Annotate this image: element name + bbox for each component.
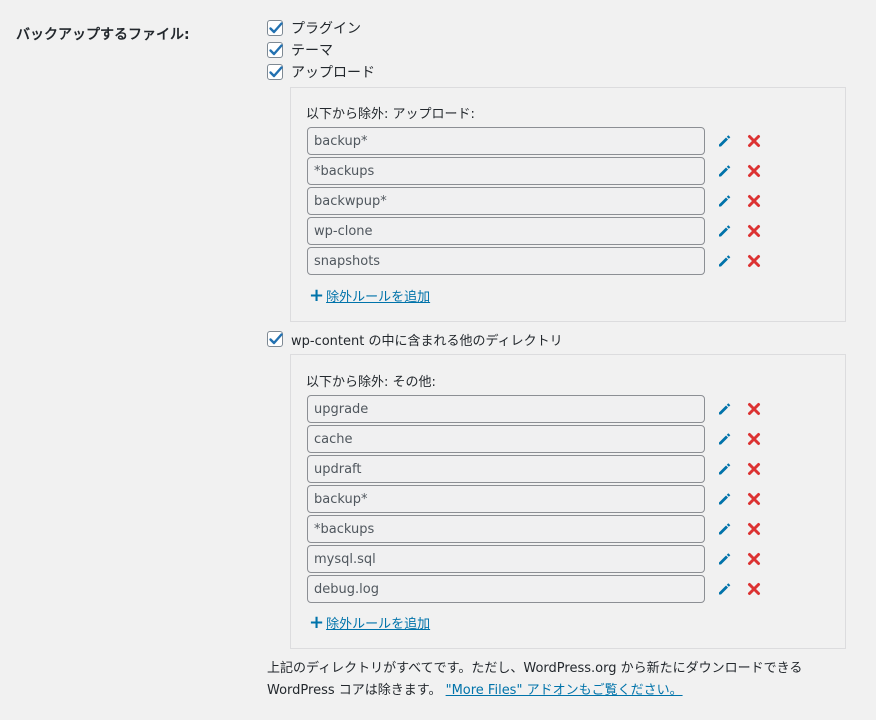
pencil-icon[interactable] bbox=[715, 222, 733, 240]
more-files-addon-link[interactable]: "More Files" アドオンもご覧ください。 bbox=[446, 683, 683, 698]
exclusion-rule-input[interactable]: debug.log bbox=[307, 575, 705, 603]
delete-icon[interactable] bbox=[745, 400, 763, 418]
others-exclusion-title: 以下から除外: その他: bbox=[306, 375, 436, 390]
plus-icon: + bbox=[309, 284, 325, 306]
pencil-icon[interactable] bbox=[715, 490, 733, 508]
delete-icon[interactable] bbox=[745, 550, 763, 568]
exclusion-rule-row: debug.log bbox=[307, 574, 763, 604]
checkmark-icon bbox=[269, 44, 283, 56]
exclusion-rule-row: backup* bbox=[307, 484, 763, 514]
exclusion-rule-row: *backups bbox=[307, 156, 763, 186]
delete-icon[interactable] bbox=[745, 162, 763, 180]
exclusion-rule-input[interactable]: wp-clone bbox=[307, 217, 705, 245]
files-to-backup-label: バックアップするファイル: bbox=[16, 27, 190, 43]
exclusion-rule-row: mysql.sql bbox=[307, 544, 763, 574]
delete-icon[interactable] bbox=[745, 192, 763, 210]
checkmark-icon bbox=[269, 333, 283, 345]
exclusion-rule-input[interactable]: updraft bbox=[307, 455, 705, 483]
delete-icon[interactable] bbox=[745, 580, 763, 598]
exclusion-rule-input[interactable]: backup* bbox=[307, 485, 705, 513]
others-checkbox[interactable] bbox=[267, 331, 283, 347]
exclusion-rule-input[interactable]: *backups bbox=[307, 515, 705, 543]
delete-icon[interactable] bbox=[745, 520, 763, 538]
delete-icon[interactable] bbox=[745, 222, 763, 240]
exclusion-rule-input[interactable]: cache bbox=[307, 425, 705, 453]
delete-icon[interactable] bbox=[745, 430, 763, 448]
exclusion-rule-input[interactable]: mysql.sql bbox=[307, 545, 705, 573]
exclusion-rule-row: snapshots bbox=[307, 246, 763, 276]
exclusion-rule-input[interactable]: upgrade bbox=[307, 395, 705, 423]
exclusion-rule-row: backup* bbox=[307, 126, 763, 156]
themes-checkbox[interactable] bbox=[267, 42, 283, 58]
exclusion-rule-row: updraft bbox=[307, 454, 763, 484]
plus-icon: + bbox=[309, 611, 325, 633]
uploads-exclusion-title: 以下から除外: アップロード: bbox=[306, 107, 475, 122]
pencil-icon[interactable] bbox=[715, 520, 733, 538]
delete-icon[interactable] bbox=[745, 460, 763, 478]
delete-icon[interactable] bbox=[745, 132, 763, 150]
pencil-icon[interactable] bbox=[715, 132, 733, 150]
plugins-checkbox-row[interactable]: プラグイン bbox=[267, 18, 361, 38]
exclusion-rule-input[interactable]: *backups bbox=[307, 157, 705, 185]
pencil-icon[interactable] bbox=[715, 580, 733, 598]
exclusion-rule-row: cache bbox=[307, 424, 763, 454]
add-exclusion-rule-link[interactable]: + 除外ルールを追加 bbox=[309, 286, 430, 305]
exclusion-rule-row: *backups bbox=[307, 514, 763, 544]
delete-icon[interactable] bbox=[745, 252, 763, 270]
others-checkbox-row[interactable]: wp-content の中に含まれる他のディレクトリ bbox=[267, 329, 563, 349]
pencil-icon[interactable] bbox=[715, 192, 733, 210]
exclusion-rule-row: wp-clone bbox=[307, 216, 763, 246]
themes-checkbox-row[interactable]: テーマ bbox=[267, 40, 333, 60]
uploads-checkbox[interactable] bbox=[267, 64, 283, 80]
others-checkbox-label[interactable]: wp-content の中に含まれる他のディレクトリ bbox=[291, 330, 563, 349]
pencil-icon[interactable] bbox=[715, 252, 733, 270]
pencil-icon[interactable] bbox=[715, 550, 733, 568]
uploads-exclusion-panel: 以下から除外: アップロード: backup* *backups backwpu… bbox=[290, 87, 846, 322]
checkmark-icon bbox=[269, 22, 283, 34]
pencil-icon[interactable] bbox=[715, 400, 733, 418]
checkmark-icon bbox=[269, 66, 283, 78]
uploads-checkbox-label[interactable]: アップロード bbox=[291, 62, 375, 82]
pencil-icon[interactable] bbox=[715, 162, 733, 180]
files-footnote: 上記のディレクトリがすべてです。ただし、WordPress.org から新たにダ… bbox=[267, 658, 857, 702]
plugins-checkbox-label[interactable]: プラグイン bbox=[291, 18, 361, 38]
exclusion-rule-input[interactable]: backwpup* bbox=[307, 187, 705, 215]
exclusion-rule-row: upgrade bbox=[307, 394, 763, 424]
pencil-icon[interactable] bbox=[715, 430, 733, 448]
add-exclusion-rule-link[interactable]: + 除外ルールを追加 bbox=[309, 613, 430, 632]
exclusion-rule-row: backwpup* bbox=[307, 186, 763, 216]
uploads-checkbox-row[interactable]: アップロード bbox=[267, 62, 375, 82]
exclusion-rule-input[interactable]: snapshots bbox=[307, 247, 705, 275]
others-exclusion-panel: 以下から除外: その他: upgrade cache updraft backu… bbox=[290, 354, 846, 649]
themes-checkbox-label[interactable]: テーマ bbox=[291, 40, 333, 60]
plugins-checkbox[interactable] bbox=[267, 20, 283, 36]
pencil-icon[interactable] bbox=[715, 460, 733, 478]
delete-icon[interactable] bbox=[745, 490, 763, 508]
exclusion-rule-input[interactable]: backup* bbox=[307, 127, 705, 155]
